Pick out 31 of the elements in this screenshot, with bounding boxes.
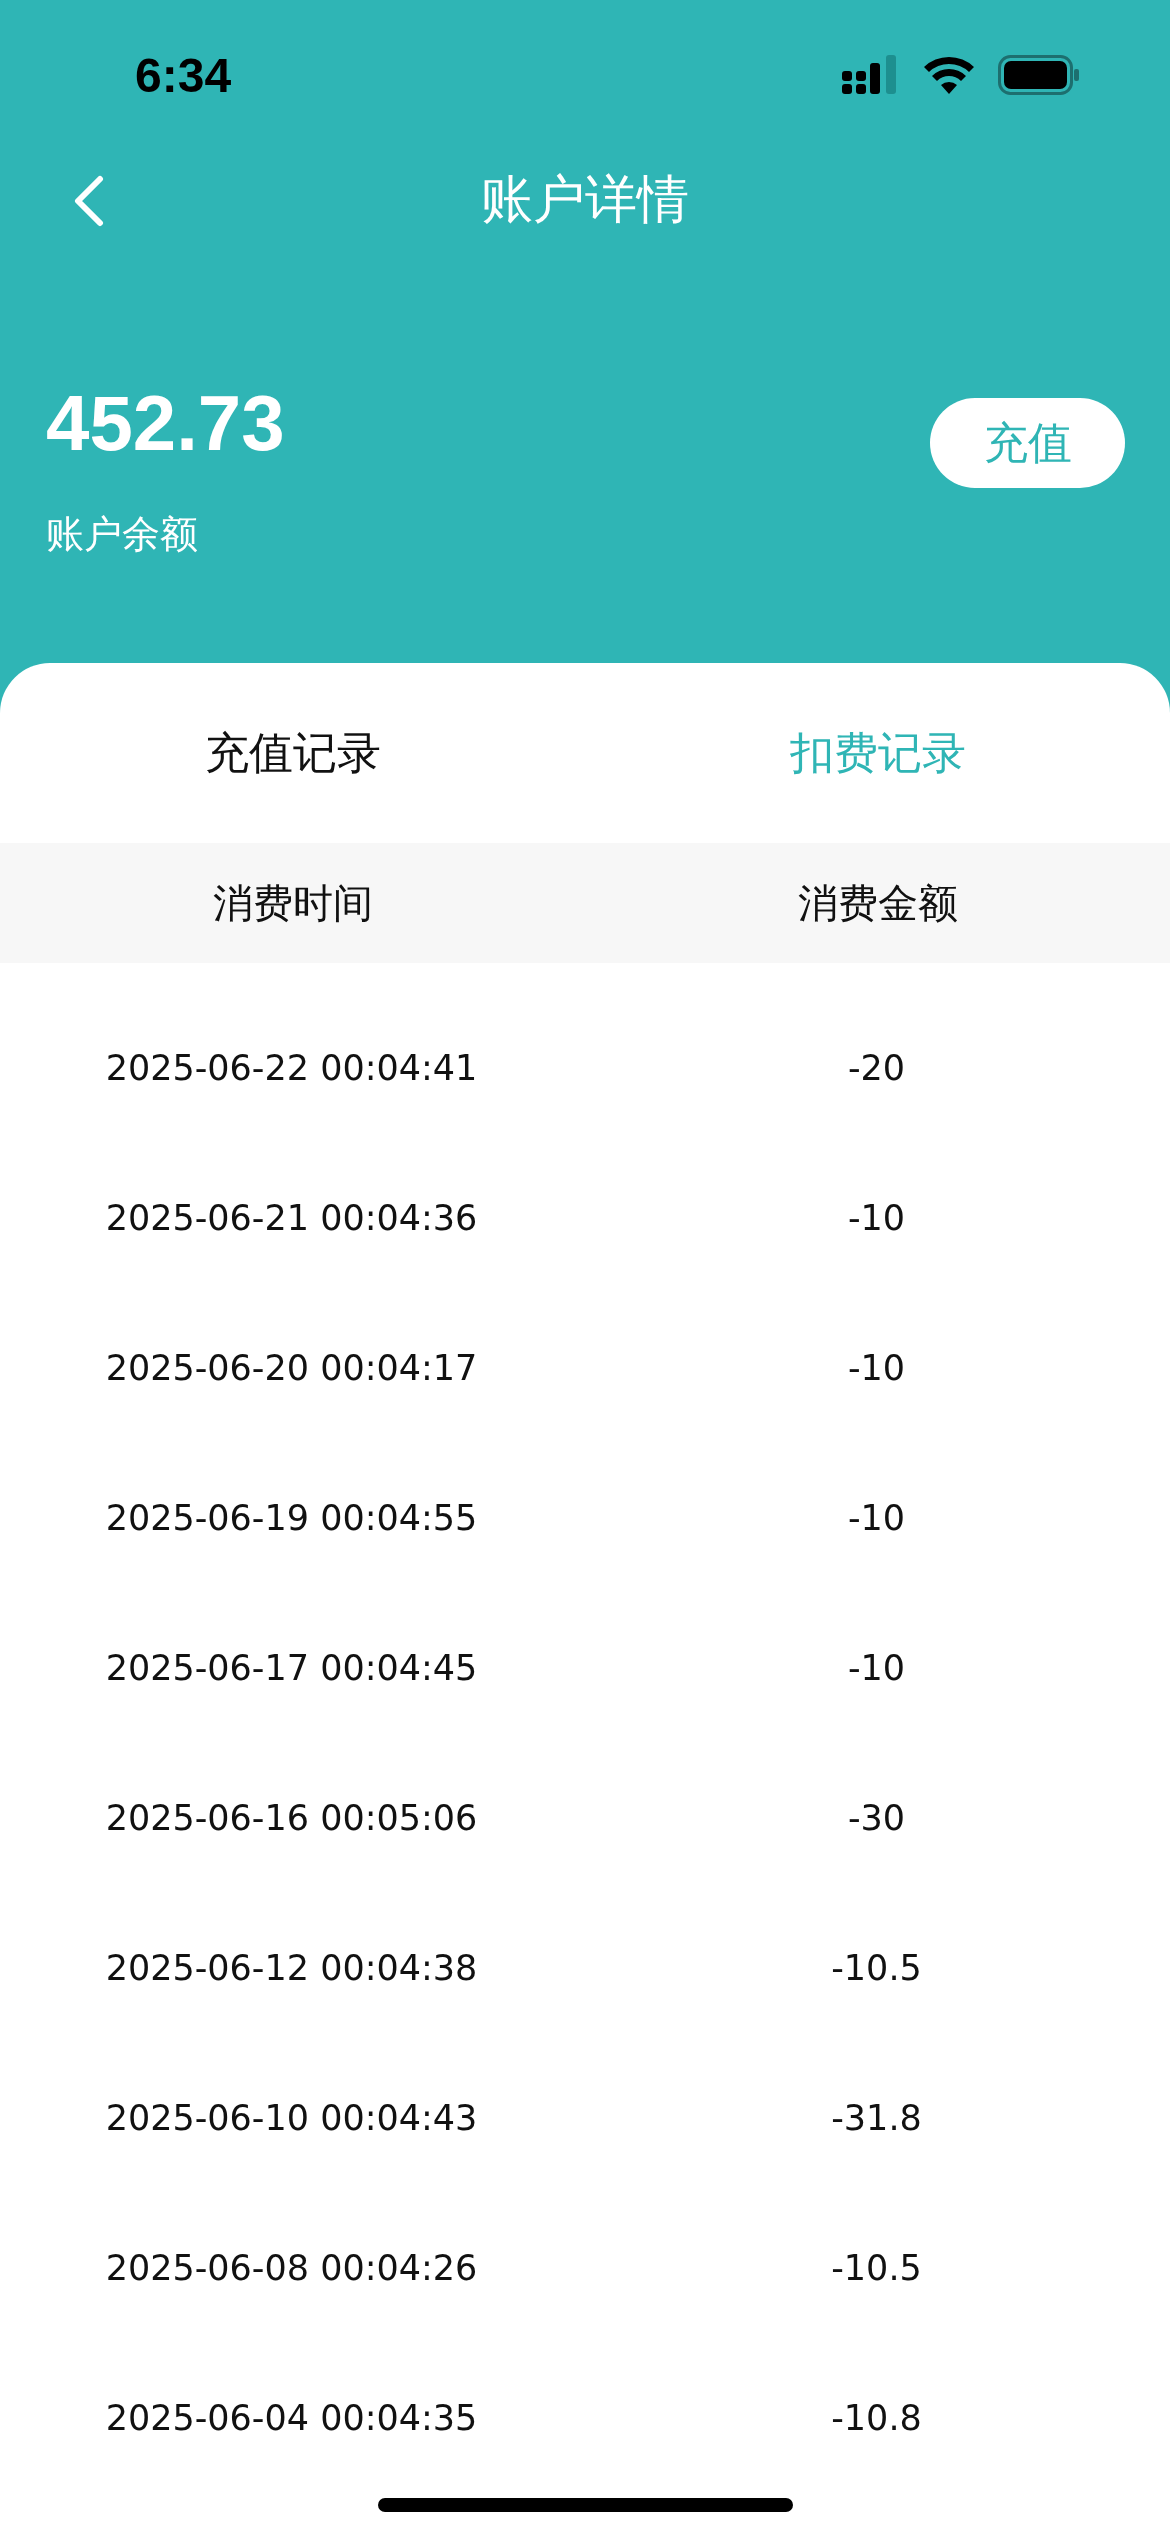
time-cell: 2025-06-21 00:04:36 (105, 1198, 478, 1238)
time-cell: 2025-06-17 00:04:45 (105, 1648, 478, 1688)
column-header: 消费时间 (212, 878, 373, 928)
amount-cell: -10.5 (831, 1948, 922, 1988)
battery-icon (998, 55, 1080, 95)
amount-cell: -10 (847, 1498, 906, 1538)
records-tab[interactable]: 充值记录 (204, 723, 381, 783)
amount-cell: -20 (847, 1048, 906, 1088)
wifi-icon (924, 56, 974, 94)
time-cell: 2025-06-08 00:04:26 (105, 2248, 478, 2288)
page-title: 账户详情 (481, 168, 689, 231)
amount-cell: -10.5 (831, 2248, 922, 2288)
amount-cell: -31.8 (831, 2098, 922, 2138)
time-cell: 2025-06-04 00:04:35 (105, 2398, 478, 2438)
time-cell: 2025-06-16 00:05:06 (105, 1798, 478, 1838)
amount-cell: -30 (847, 1798, 906, 1838)
amount-cell: -10 (847, 1348, 906, 1388)
top-up-button[interactable]: 充值 (930, 398, 1125, 488)
amount-cell: -10 (847, 1648, 906, 1688)
amount-cell: -10.8 (831, 2398, 922, 2438)
balance-amount: 452.73 (46, 378, 285, 469)
balance-label: 账户余额 (46, 511, 199, 558)
time-cell: 2025-06-20 00:04:17 (105, 1348, 478, 1388)
amount-cell: -10 (847, 1198, 906, 1238)
time-cell: 2025-06-19 00:04:55 (105, 1498, 478, 1538)
time-cell: 2025-06-10 00:04:43 (105, 2098, 478, 2138)
records-tab[interactable]: 扣费记录 (789, 723, 966, 783)
status-time: 6:34 (135, 47, 232, 103)
column-header: 消费金额 (797, 878, 958, 928)
time-cell: 2025-06-12 00:04:38 (105, 1948, 478, 1988)
time-cell: 2025-06-22 00:04:41 (105, 1048, 478, 1088)
